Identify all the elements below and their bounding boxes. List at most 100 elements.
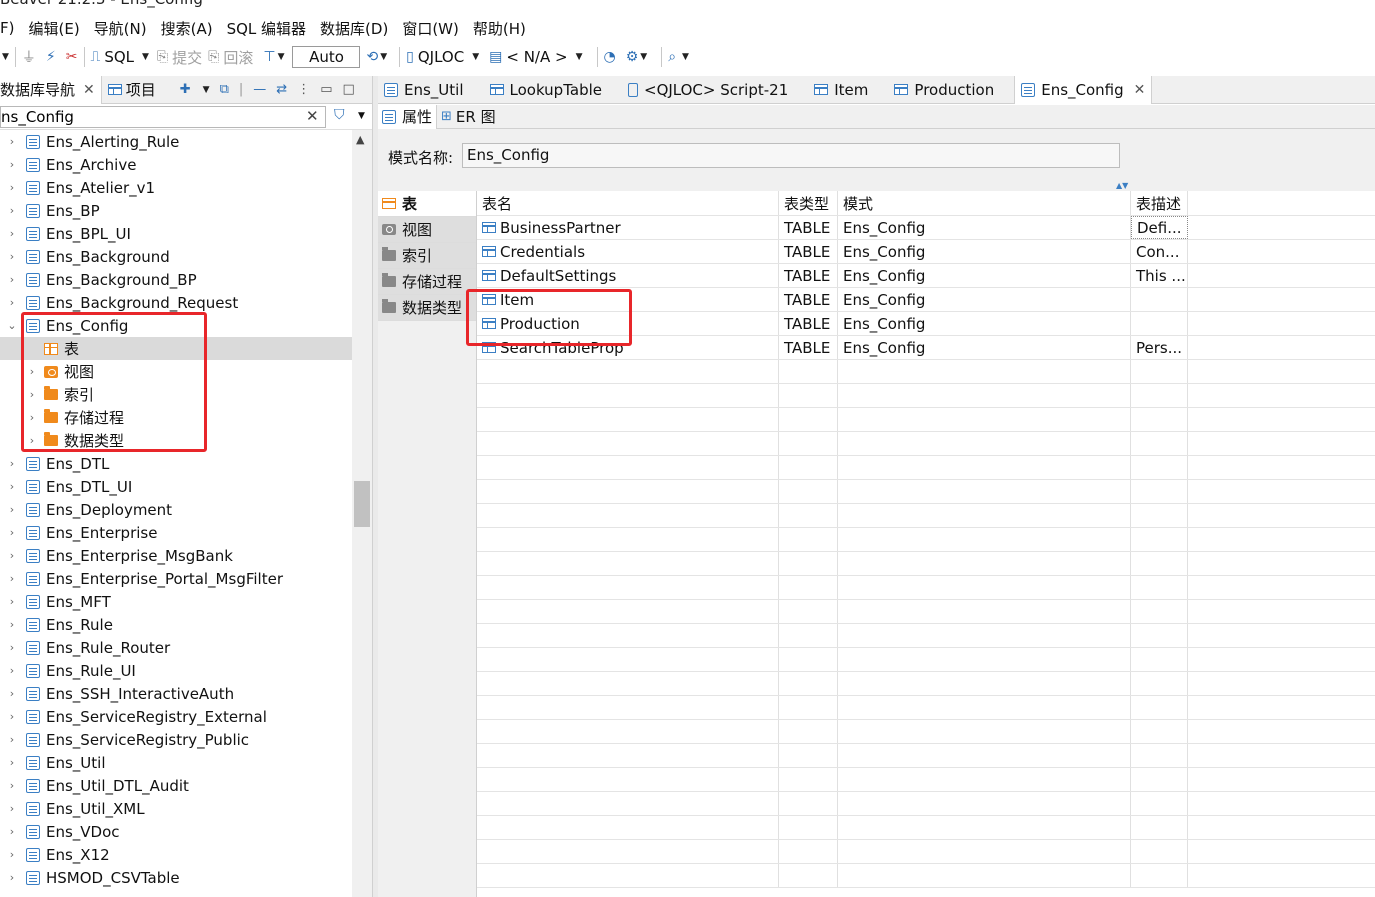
tab-project[interactable]: 项目 xyxy=(100,75,162,104)
tree-item-schema[interactable]: › Ens_X12 xyxy=(0,843,352,866)
tree-item-schema[interactable]: › Ens_ServiceRegistry_External xyxy=(0,705,352,728)
chevron-right-icon[interactable]: › xyxy=(6,618,18,631)
tab-ens-util[interactable]: Ens_Util xyxy=(378,76,470,104)
table-row[interactable]: Production TABLE Ens_Config xyxy=(477,312,1375,336)
chevron-right-icon[interactable]: › xyxy=(6,457,18,470)
tree-item-schema[interactable]: › HSMOD_CSVTable xyxy=(0,866,352,889)
chevron-down-icon[interactable]: ⌄ xyxy=(6,319,18,332)
transaction-mode-icon[interactable]: ⊤ xyxy=(263,49,275,65)
column-header-description[interactable]: 表描述 xyxy=(1131,191,1188,215)
menu-navigate[interactable]: 导航(N) xyxy=(94,18,147,39)
dropdown-caret[interactable]: ▼ xyxy=(2,52,9,62)
column-header-table-name[interactable]: 表名 xyxy=(477,191,779,215)
datasource-selector[interactable]: ▯ QJLOC xyxy=(406,48,464,66)
folder-views[interactable]: 视图 xyxy=(378,217,476,243)
filter-icon[interactable]: ⛉ xyxy=(334,107,345,123)
cell-table-name[interactable]: Production xyxy=(477,312,779,335)
chevron-right-icon[interactable]: › xyxy=(6,871,18,884)
menu-database[interactable]: 数据库(D) xyxy=(320,18,388,39)
menu-window[interactable]: 窗口(W) xyxy=(402,18,459,39)
schema-selector[interactable]: ▤ < N/A > xyxy=(489,48,567,66)
table-row[interactable]: BusinessPartner TABLE Ens_Config Defi... xyxy=(477,216,1375,240)
menu-sql-editor[interactable]: SQL 编辑器 xyxy=(227,18,306,39)
sort-arrows-icon[interactable]: ▲▼ xyxy=(1116,181,1128,190)
tree-item-schema[interactable]: ⌄ Ens_Config xyxy=(0,314,352,337)
chevron-right-icon[interactable]: › xyxy=(6,549,18,562)
chevron-right-icon[interactable]: › xyxy=(6,825,18,838)
chevron-right-icon[interactable]: › xyxy=(26,365,38,378)
minimize-icon[interactable]: ▭ xyxy=(320,82,332,97)
tab-database-navigator[interactable]: 数据库导航 ✕ xyxy=(0,75,101,104)
disconnect-icon[interactable]: ✂ xyxy=(66,49,78,65)
chevron-right-icon[interactable]: › xyxy=(6,204,18,217)
scrollbar-thumb[interactable] xyxy=(354,481,370,527)
folder-indexes[interactable]: 索引 xyxy=(378,243,476,269)
menu-help[interactable]: 帮助(H) xyxy=(473,18,526,39)
rollback-button[interactable]: ⎘ 回滚 xyxy=(208,47,253,68)
datasource-dropdown-caret[interactable]: ▼ xyxy=(472,52,479,62)
chevron-right-icon[interactable]: › xyxy=(6,641,18,654)
minimize-link-icon[interactable]: — xyxy=(253,82,266,97)
filter-dropdown-caret[interactable]: ▼ xyxy=(358,111,365,121)
tree-item-schema[interactable]: › Ens_Enterprise xyxy=(0,521,352,544)
column-header-schema[interactable]: 模式 xyxy=(838,191,1131,215)
tree-item-schema[interactable]: › Ens_Util xyxy=(0,751,352,774)
tree-item-schema[interactable]: › Ens_Archive xyxy=(0,153,352,176)
maximize-icon[interactable]: □ xyxy=(342,82,354,97)
tree-item-schema[interactable]: › Ens_Util_DTL_Audit xyxy=(0,774,352,797)
link-editor-icon[interactable]: ⇄ xyxy=(276,82,287,97)
table-row[interactable]: Credentials TABLE Ens_Config Con... xyxy=(477,240,1375,264)
tab-production[interactable]: Production xyxy=(888,76,1000,104)
table-row[interactable]: Item TABLE Ens_Config xyxy=(477,288,1375,312)
tree-item-procedures[interactable]: › 存储过程 xyxy=(0,406,352,429)
tree-item-schema[interactable]: › Ens_Enterprise_MsgBank xyxy=(0,544,352,567)
table-row[interactable]: DefaultSettings TABLE Ens_Config This ... xyxy=(477,264,1375,288)
history-dropdown-caret[interactable]: ▼ xyxy=(380,52,387,62)
tree-item-schema[interactable]: › Ens_Alerting_Rule xyxy=(0,130,352,153)
tools-icon[interactable]: ⚙ xyxy=(626,49,639,65)
menu-file[interactable]: F) xyxy=(0,19,14,37)
tree-item-schema[interactable]: › Ens_Util_XML xyxy=(0,797,352,820)
close-icon[interactable]: ✕ xyxy=(83,82,95,98)
search-icon[interactable]: ⌕ xyxy=(668,49,676,65)
tree-item-schema[interactable]: › Ens_Rule_UI xyxy=(0,659,352,682)
history-icon[interactable]: ⟲ xyxy=(366,49,378,65)
folder-tables[interactable]: 表 xyxy=(378,191,476,217)
folder-procedures[interactable]: 存储过程 xyxy=(378,269,476,295)
tree-item-schema[interactable]: › Ens_DTL xyxy=(0,452,352,475)
tree-item-schema[interactable]: › Ens_BPL_UI xyxy=(0,222,352,245)
menu-search[interactable]: 搜索(A) xyxy=(161,18,213,39)
cell-table-name[interactable]: Credentials xyxy=(477,240,779,263)
view-menu-icon[interactable]: ⋮ xyxy=(297,82,310,97)
tree-item-indexes[interactable]: › 索引 xyxy=(0,383,352,406)
tab-ens-config[interactable]: Ens_Config ✕ xyxy=(1014,75,1153,104)
scroll-up-arrow-icon[interactable]: ▲ xyxy=(356,133,364,146)
sql-dropdown-caret[interactable]: ▼ xyxy=(142,52,149,62)
plug-icon[interactable]: ⏚ xyxy=(22,47,36,67)
chevron-right-icon[interactable]: › xyxy=(6,848,18,861)
new-connection-icon[interactable]: ✚ xyxy=(180,82,191,97)
connect-icon[interactable]: ⚡ xyxy=(46,49,56,65)
chevron-right-icon[interactable]: › xyxy=(6,181,18,194)
cell-table-name[interactable]: SearchTableProp xyxy=(477,336,779,359)
tree-item-views[interactable]: › 视图 xyxy=(0,360,352,383)
chevron-right-icon[interactable]: › xyxy=(6,135,18,148)
chevron-right-icon[interactable]: › xyxy=(6,595,18,608)
tab-properties[interactable]: 属性 xyxy=(378,104,438,129)
chevron-right-icon[interactable]: › xyxy=(6,756,18,769)
chevron-right-icon[interactable]: › xyxy=(26,411,38,424)
chevron-right-icon[interactable]: › xyxy=(6,296,18,309)
tree-item-schema[interactable]: › Ens_Background xyxy=(0,245,352,268)
tree-item-schema[interactable]: › Ens_ServiceRegistry_Public xyxy=(0,728,352,751)
chevron-right-icon[interactable]: › xyxy=(6,733,18,746)
column-header-table-type[interactable]: 表类型 xyxy=(779,191,838,215)
tree-item-schema[interactable]: › Ens_DTL_UI xyxy=(0,475,352,498)
chevron-right-icon[interactable]: › xyxy=(26,388,38,401)
chevron-right-icon[interactable]: › xyxy=(6,710,18,723)
transaction-dropdown-caret[interactable]: ▼ xyxy=(278,52,285,62)
menu-edit[interactable]: 编辑(E) xyxy=(28,18,79,39)
tree-item-schema[interactable]: › Ens_MFT xyxy=(0,590,352,613)
chevron-right-icon[interactable]: › xyxy=(6,158,18,171)
cell-table-name[interactable]: DefaultSettings xyxy=(477,264,779,287)
cell-table-name[interactable]: Item xyxy=(477,288,779,311)
